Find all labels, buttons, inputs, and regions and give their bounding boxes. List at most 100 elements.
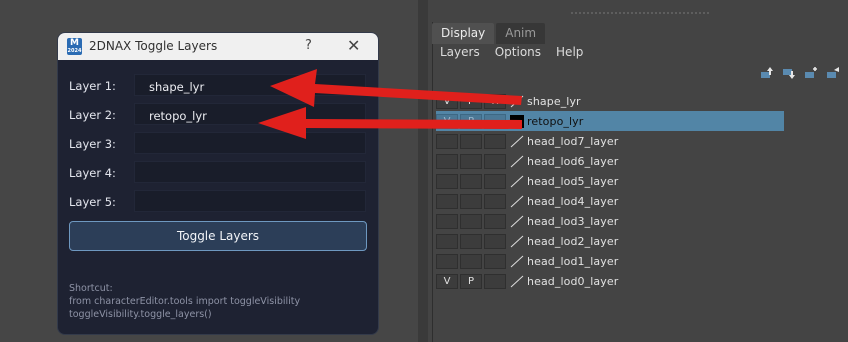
- layer-2-input[interactable]: [134, 103, 366, 125]
- layer-5-row: Layer 5:: [69, 190, 367, 214]
- maya-app-icon: M 2024: [67, 38, 82, 55]
- reference-toggle[interactable]: [484, 173, 506, 189]
- layer-4-label: Layer 4:: [69, 166, 116, 180]
- layer-name: head_lod1_layer: [527, 254, 619, 268]
- visibility-toggle[interactable]: V: [436, 273, 458, 289]
- help-button[interactable]: ?: [305, 38, 312, 53]
- visibility-toggle[interactable]: [436, 133, 458, 149]
- layer-editor-menubar: Layers Options Help: [440, 44, 598, 60]
- layer-row[interactable]: V P head_lod0_layer: [436, 271, 784, 291]
- layer-name: head_lod7_layer: [527, 134, 619, 148]
- tab-display[interactable]: Display: [432, 23, 495, 44]
- layer-5-label: Layer 5:: [69, 195, 116, 209]
- app-icon-version: 2024: [67, 48, 82, 54]
- playback-toggle[interactable]: [460, 153, 482, 169]
- playback-toggle[interactable]: P: [460, 93, 482, 109]
- layer-name: head_lod3_layer: [527, 214, 619, 228]
- reference-toggle[interactable]: [484, 253, 506, 269]
- shortcut-hint: Shortcut: from characterEditor.tools imp…: [69, 282, 300, 321]
- dialog-titlebar[interactable]: M 2024 2DNAX Toggle Layers ? ✕: [58, 33, 378, 60]
- layer-row[interactable]: head_lod5_layer: [436, 171, 784, 191]
- layer-row[interactable]: head_lod3_layer: [436, 211, 784, 231]
- reference-toggle[interactable]: [484, 193, 506, 209]
- visibility-toggle[interactable]: [436, 173, 458, 189]
- playback-toggle[interactable]: P: [460, 113, 482, 129]
- layer-name: head_lod2_layer: [527, 234, 619, 248]
- reference-toggle[interactable]: [484, 233, 506, 249]
- layer-color-swatch[interactable]: [510, 95, 524, 108]
- layer-5-input[interactable]: [134, 190, 366, 212]
- layer-4-input[interactable]: [134, 161, 366, 183]
- layer-color-swatch[interactable]: [510, 175, 524, 188]
- playback-toggle[interactable]: [460, 213, 482, 229]
- layer-3-row: Layer 3:: [69, 132, 367, 156]
- layer-color-swatch[interactable]: [510, 195, 524, 208]
- reference-toggle[interactable]: [484, 273, 506, 289]
- shortcut-heading: Shortcut:: [69, 283, 113, 294]
- toggle-layers-button[interactable]: Toggle Layers: [69, 221, 367, 251]
- layer-row[interactable]: head_lod4_layer: [436, 191, 784, 211]
- playback-toggle[interactable]: [460, 193, 482, 209]
- playback-toggle[interactable]: P: [460, 273, 482, 289]
- shortcut-call-line: toggleVisibility.toggle_layers(): [69, 309, 212, 320]
- layer-color-swatch[interactable]: [510, 215, 524, 228]
- layer-toolbar: [760, 66, 840, 80]
- playback-toggle[interactable]: [460, 253, 482, 269]
- layer-row[interactable]: head_lod2_layer: [436, 231, 784, 251]
- playback-toggle[interactable]: [460, 173, 482, 189]
- layer-editor-tabs: Display Anim: [432, 23, 547, 44]
- visibility-toggle[interactable]: V: [436, 93, 458, 109]
- layer-1-label: Layer 1:: [69, 79, 116, 93]
- visibility-toggle[interactable]: V: [436, 113, 458, 129]
- layer-row-selected[interactable]: V P retopo_lyr: [436, 111, 784, 131]
- close-button[interactable]: ✕: [347, 36, 360, 55]
- layer-name: retopo_lyr: [527, 114, 584, 128]
- tab-anim[interactable]: Anim: [496, 23, 546, 44]
- layer-3-label: Layer 3:: [69, 137, 116, 151]
- layer-name: head_lod6_layer: [527, 154, 619, 168]
- playback-toggle[interactable]: [460, 233, 482, 249]
- menu-options[interactable]: Options: [495, 44, 541, 60]
- layer-color-swatch[interactable]: [510, 255, 524, 268]
- panel-grip-handle[interactable]: [570, 12, 710, 14]
- reference-toggle[interactable]: [484, 113, 506, 129]
- new-layer-from-selected-icon[interactable]: [826, 66, 840, 80]
- layer-color-swatch[interactable]: [510, 155, 524, 168]
- layer-color-swatch[interactable]: [510, 275, 524, 288]
- layer-color-swatch[interactable]: [510, 135, 524, 148]
- layer-row[interactable]: head_lod7_layer: [436, 131, 784, 151]
- layer-1-input[interactable]: [134, 74, 366, 96]
- layer-row[interactable]: V P R shape_lyr: [436, 91, 784, 111]
- reference-toggle[interactable]: [484, 153, 506, 169]
- layer-color-swatch[interactable]: [510, 235, 524, 248]
- layer-row[interactable]: head_lod6_layer: [436, 151, 784, 171]
- visibility-toggle[interactable]: [436, 213, 458, 229]
- layer-1-row: Layer 1:: [69, 74, 367, 98]
- layer-2-label: Layer 2:: [69, 108, 116, 122]
- layer-name: head_lod5_layer: [527, 174, 619, 188]
- reference-toggle[interactable]: R: [484, 93, 506, 109]
- menu-layers[interactable]: Layers: [440, 44, 480, 60]
- layer-list: V P R shape_lyr V P retopo_lyr head_lod7…: [436, 91, 784, 291]
- toggle-layers-dialog: M 2024 2DNAX Toggle Layers ? ✕ Layer 1: …: [58, 33, 378, 334]
- layer-color-swatch[interactable]: [510, 114, 524, 128]
- new-layer-icon[interactable]: [804, 66, 818, 80]
- layer-row[interactable]: head_lod1_layer: [436, 251, 784, 271]
- visibility-toggle[interactable]: [436, 153, 458, 169]
- layer-name: shape_lyr: [527, 94, 581, 108]
- visibility-toggle[interactable]: [436, 193, 458, 209]
- panel-splitter[interactable]: [418, 0, 428, 342]
- shortcut-import-line: from characterEditor.tools import toggle…: [69, 296, 301, 307]
- reference-toggle[interactable]: [484, 213, 506, 229]
- playback-toggle[interactable]: [460, 133, 482, 149]
- menu-help[interactable]: Help: [556, 44, 583, 60]
- move-layer-up-icon[interactable]: [760, 66, 774, 80]
- reference-toggle[interactable]: [484, 133, 506, 149]
- layer-name: head_lod0_layer: [527, 274, 619, 288]
- visibility-toggle[interactable]: [436, 253, 458, 269]
- visibility-toggle[interactable]: [436, 233, 458, 249]
- layer-3-input[interactable]: [134, 132, 366, 154]
- layer-4-row: Layer 4:: [69, 161, 367, 185]
- layer-2-row: Layer 2:: [69, 103, 367, 127]
- move-layer-down-icon[interactable]: [782, 66, 796, 80]
